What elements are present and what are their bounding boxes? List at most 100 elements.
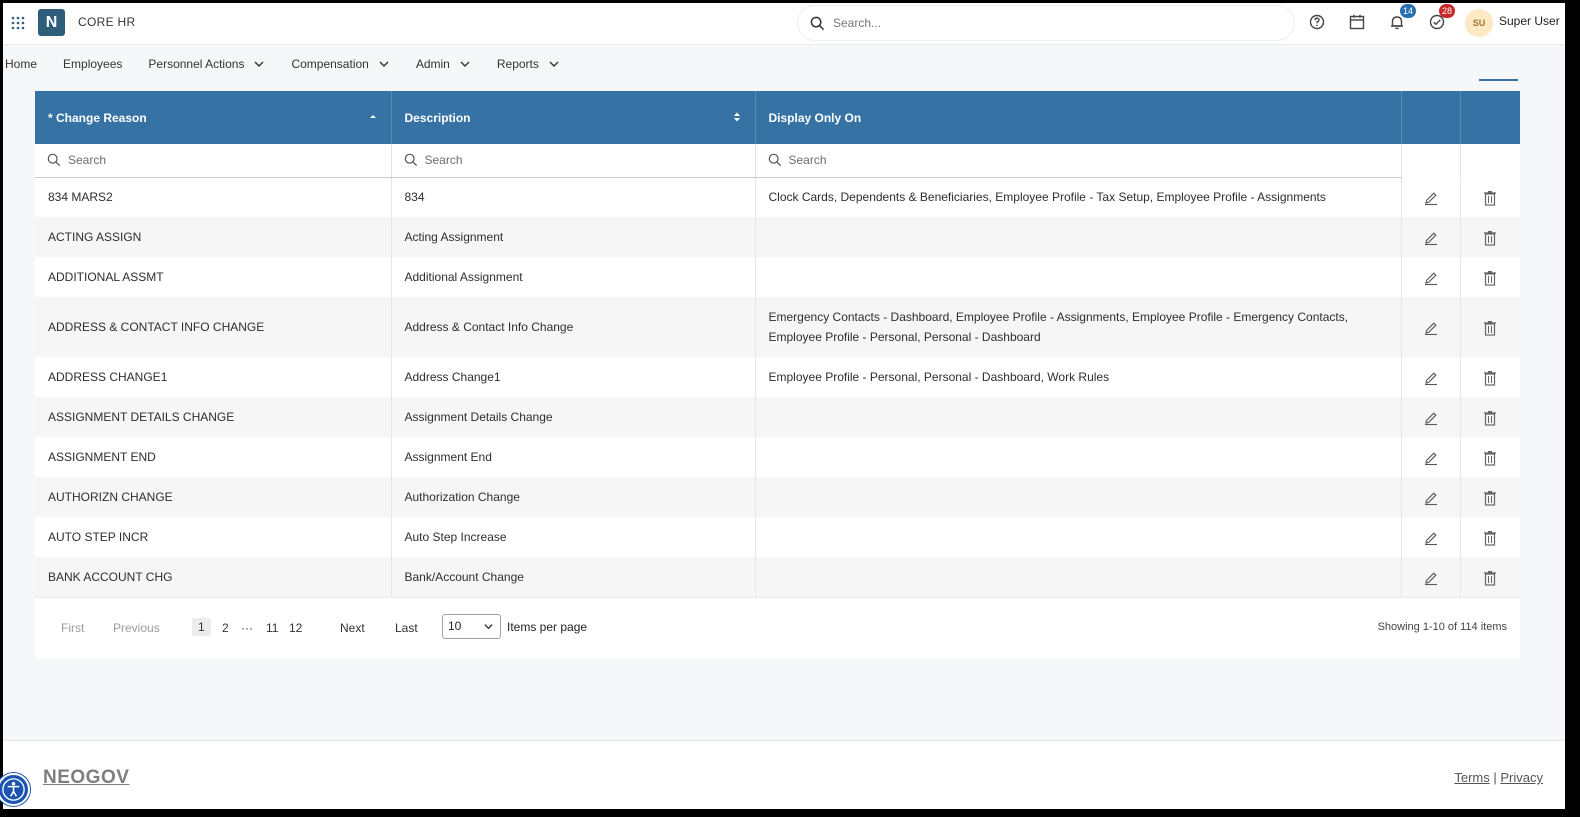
avatar[interactable]: SU bbox=[1465, 9, 1493, 37]
notifications-badge: 14 bbox=[1400, 4, 1417, 18]
delete-trash-icon[interactable] bbox=[1483, 270, 1497, 286]
cell-display-only-on bbox=[755, 217, 1402, 257]
table-row[interactable]: ASSIGNMENT END Assignment End bbox=[35, 437, 1520, 477]
cell-display-only-on bbox=[755, 517, 1402, 557]
pager-page-2[interactable]: 2 bbox=[222, 621, 229, 635]
privacy-link[interactable]: Privacy bbox=[1500, 770, 1543, 785]
filter-change-reason-input[interactable] bbox=[68, 153, 367, 168]
app-logo[interactable]: N bbox=[38, 9, 65, 36]
pager-first[interactable]: First bbox=[61, 621, 84, 635]
accessibility-button[interactable] bbox=[0, 773, 30, 806]
pager-previous[interactable]: Previous bbox=[113, 621, 160, 635]
nav-personnel-actions[interactable]: Personnel Actions bbox=[148, 57, 265, 71]
delete-button[interactable] bbox=[1460, 557, 1520, 597]
edit-button[interactable] bbox=[1401, 437, 1461, 477]
user-name[interactable]: Super User bbox=[1499, 14, 1560, 28]
edit-button[interactable] bbox=[1401, 217, 1461, 257]
delete-trash-icon[interactable] bbox=[1483, 450, 1497, 466]
table-row[interactable]: ADDRESS & CONTACT INFO CHANGE Address & C… bbox=[35, 297, 1520, 357]
edit-button[interactable] bbox=[1401, 517, 1461, 557]
sort-ascending-icon[interactable] bbox=[368, 110, 378, 124]
footer: NEOGOV Terms | Privacy bbox=[3, 740, 1565, 809]
nav-reports[interactable]: Reports bbox=[497, 57, 560, 71]
delete-button[interactable] bbox=[1460, 477, 1520, 517]
edit-button[interactable] bbox=[1401, 257, 1461, 297]
edit-pencil-icon[interactable] bbox=[1423, 450, 1439, 466]
table-row[interactable]: 834 MARS2 834 Clock Cards, Dependents & Be… bbox=[35, 177, 1520, 217]
pager-last[interactable]: Last bbox=[395, 621, 418, 635]
table-row[interactable]: AUTO STEP INCR Auto Step Increase bbox=[35, 517, 1520, 557]
edit-pencil-icon[interactable] bbox=[1423, 410, 1439, 426]
table-row[interactable]: BANK ACCOUNT CHG Bank/Account Change bbox=[35, 557, 1520, 597]
column-header-description[interactable]: Description bbox=[391, 91, 756, 144]
edit-pencil-icon[interactable] bbox=[1423, 570, 1439, 586]
filter-description-input[interactable] bbox=[424, 153, 730, 168]
edit-button[interactable] bbox=[1401, 397, 1461, 437]
pager-page-1[interactable]: 1 bbox=[192, 618, 211, 636]
delete-button[interactable] bbox=[1460, 297, 1520, 357]
delete-button[interactable] bbox=[1460, 517, 1520, 557]
delete-button[interactable] bbox=[1460, 437, 1520, 477]
table-row[interactable]: ADDITIONAL ASSMT Additional Assignment bbox=[35, 257, 1520, 297]
global-search[interactable] bbox=[798, 6, 1294, 40]
delete-button[interactable] bbox=[1460, 357, 1520, 397]
table-row[interactable]: ACTING ASSIGN Acting Assignment bbox=[35, 217, 1520, 257]
edit-pencil-icon[interactable] bbox=[1423, 490, 1439, 506]
cell-display-only-on bbox=[755, 557, 1402, 597]
edit-button[interactable] bbox=[1401, 297, 1461, 357]
filter-display-only-on-input[interactable] bbox=[788, 153, 1348, 168]
column-header-label: * Change Reason bbox=[48, 110, 147, 125]
neogov-logo[interactable]: NEOGOV bbox=[43, 767, 129, 789]
cell-change-reason: ADDRESS & CONTACT INFO CHANGE bbox=[35, 297, 392, 357]
delete-trash-icon[interactable] bbox=[1483, 570, 1497, 586]
chevron-down-icon bbox=[254, 61, 264, 67]
table-row[interactable]: AUTHORIZN CHANGE Authorization Change bbox=[35, 477, 1520, 517]
help-icon[interactable] bbox=[1308, 13, 1326, 31]
column-header-change-reason[interactable]: * Change Reason bbox=[35, 91, 392, 144]
edit-button[interactable] bbox=[1401, 177, 1461, 217]
edit-button[interactable] bbox=[1401, 557, 1461, 597]
table-row[interactable]: ADDRESS CHANGE1 Address Change1 Employee P… bbox=[35, 357, 1520, 397]
edit-pencil-icon[interactable] bbox=[1423, 320, 1439, 336]
nav-compensation[interactable]: Compensation bbox=[291, 57, 389, 71]
cell-description: 834 bbox=[391, 177, 756, 217]
column-header-display-only-on[interactable]: Display Only On bbox=[755, 91, 1402, 144]
pager-ellipsis[interactable]: ··· bbox=[241, 621, 253, 635]
global-search-input[interactable] bbox=[833, 16, 1253, 30]
app-grid-icon[interactable] bbox=[10, 15, 26, 31]
table-row[interactable]: ASSIGNMENT DETAILS CHANGE Assignment Deta… bbox=[35, 397, 1520, 437]
edit-button[interactable] bbox=[1401, 357, 1461, 397]
nav-label: Admin bbox=[415, 57, 450, 71]
delete-trash-icon[interactable] bbox=[1483, 410, 1497, 426]
nav-admin[interactable]: Admin bbox=[416, 57, 471, 71]
edit-button[interactable] bbox=[1401, 477, 1461, 517]
cell-description: Authorization Change bbox=[391, 477, 756, 517]
pager-next[interactable]: Next bbox=[340, 621, 365, 635]
delete-trash-icon[interactable] bbox=[1483, 320, 1497, 336]
items-per-page-select[interactable]: 10 bbox=[442, 614, 501, 639]
edit-pencil-icon[interactable] bbox=[1423, 190, 1439, 206]
sort-toggle-icon[interactable] bbox=[732, 110, 742, 124]
edit-pencil-icon[interactable] bbox=[1423, 530, 1439, 546]
delete-trash-icon[interactable] bbox=[1483, 370, 1497, 386]
edit-pencil-icon[interactable] bbox=[1423, 370, 1439, 386]
pager-page-11[interactable]: 11 bbox=[266, 621, 278, 635]
terms-link[interactable]: Terms bbox=[1454, 770, 1489, 785]
edit-pencil-icon[interactable] bbox=[1423, 270, 1439, 286]
nav-employees[interactable]: Employees bbox=[63, 57, 122, 71]
delete-button[interactable] bbox=[1460, 397, 1520, 437]
delete-trash-icon[interactable] bbox=[1483, 190, 1497, 206]
delete-trash-icon[interactable] bbox=[1483, 530, 1497, 546]
delete-button[interactable] bbox=[1460, 217, 1520, 257]
cell-display-only-on bbox=[755, 397, 1402, 437]
edit-pencil-icon[interactable] bbox=[1423, 230, 1439, 246]
nav-home[interactable]: Home bbox=[5, 57, 37, 71]
cell-change-reason: AUTHORIZN CHANGE bbox=[35, 477, 392, 517]
calendar-icon[interactable] bbox=[1348, 13, 1366, 31]
delete-button[interactable] bbox=[1460, 257, 1520, 297]
delete-trash-icon[interactable] bbox=[1483, 490, 1497, 506]
active-tab-indicator bbox=[1479, 79, 1518, 81]
delete-button[interactable] bbox=[1460, 177, 1520, 217]
pager-page-12[interactable]: 12 bbox=[289, 621, 302, 635]
delete-trash-icon[interactable] bbox=[1483, 230, 1497, 246]
